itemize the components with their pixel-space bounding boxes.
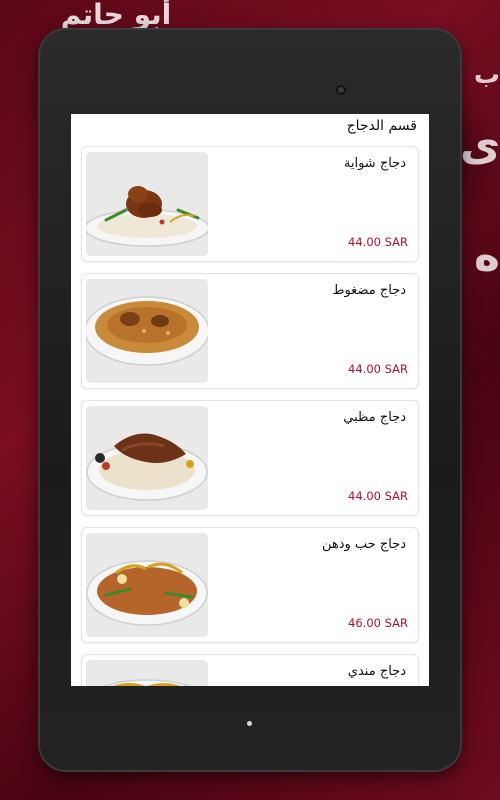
food-image	[86, 152, 208, 256]
background-logo: أبو حاتم	[60, 0, 172, 31]
menu-item[interactable]: دجاج مندي	[81, 654, 419, 686]
item-price: 44.00 SAR	[348, 362, 408, 376]
item-name: دجاج حب ودهن	[321, 537, 406, 552]
camera-icon	[336, 85, 346, 95]
menu-item[interactable]: دجاج حب ودهن 46.00 SAR	[81, 527, 419, 643]
item-name: دجاج مضغوط	[332, 283, 406, 298]
background-decoration: ی	[460, 120, 500, 171]
background-decoration: ه	[474, 230, 500, 281]
item-name: دجاج شواية	[343, 156, 406, 171]
food-image	[86, 279, 208, 383]
item-price: 44.00 SAR	[348, 489, 408, 503]
food-image	[86, 660, 208, 686]
page-title: قسم الدجاج	[346, 118, 417, 134]
food-image	[86, 533, 208, 637]
background-decoration: ب	[473, 60, 500, 90]
app-screen: قسم الدجاج دجاج شواية 44.00 SAR دجاج مضغ…	[71, 114, 429, 686]
item-name: دجاج مظبي	[343, 410, 406, 425]
menu-item[interactable]: دجاج مضغوط 44.00 SAR	[81, 273, 419, 389]
item-name: دجاج مندي	[347, 664, 406, 679]
item-price: 46.00 SAR	[348, 616, 408, 630]
food-image	[86, 406, 208, 510]
tablet-frame: قسم الدجاج دجاج شواية 44.00 SAR دجاج مضغ…	[38, 28, 462, 772]
menu-list: دجاج شواية 44.00 SAR دجاج مضغوط 44.00 SA…	[81, 146, 419, 686]
menu-item[interactable]: دجاج شواية 44.00 SAR	[81, 146, 419, 262]
item-price: 44.00 SAR	[348, 235, 408, 249]
menu-item[interactable]: دجاج مظبي 44.00 SAR	[81, 400, 419, 516]
home-button-dot[interactable]	[247, 721, 252, 726]
